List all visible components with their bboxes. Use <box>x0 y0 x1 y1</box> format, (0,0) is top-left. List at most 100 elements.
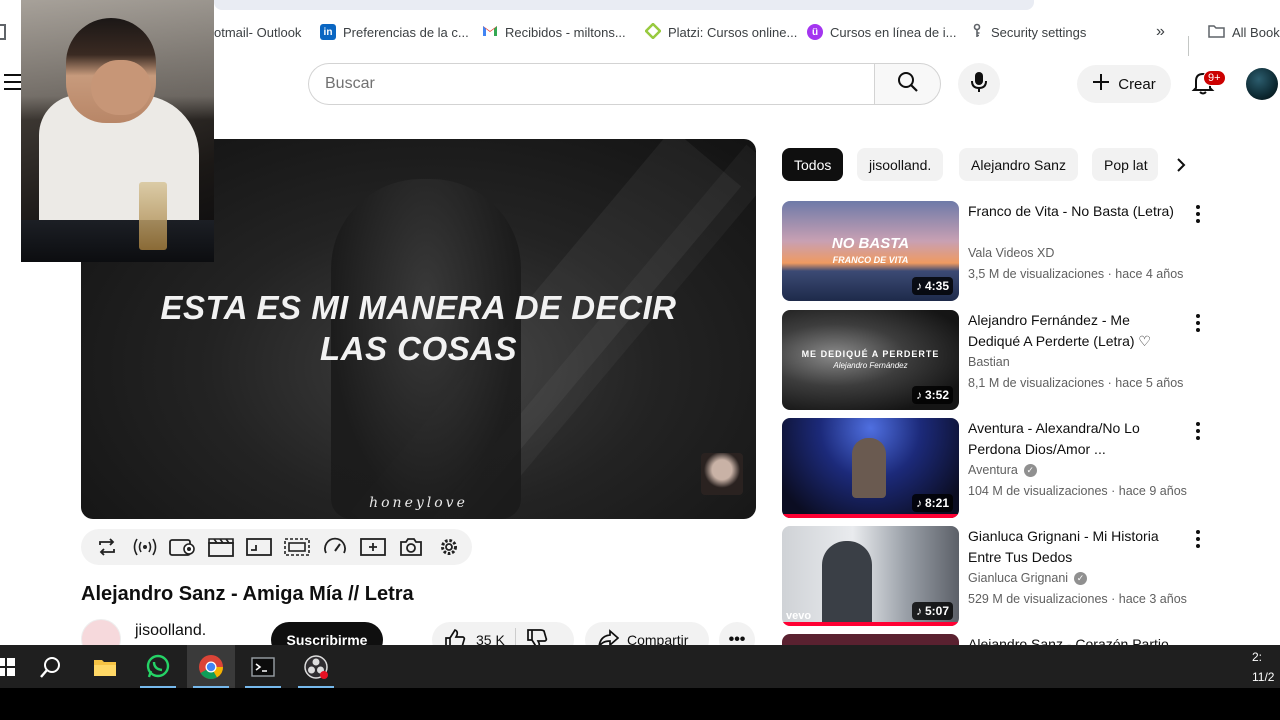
search-button[interactable] <box>874 63 941 105</box>
create-button[interactable]: Crear <box>1077 65 1171 103</box>
vevo-logo: vevo <box>786 610 812 622</box>
notifications-badge: 9+ <box>1203 70 1226 86</box>
related-title[interactable]: Gianluca Grignani - Mi Historia Entre Tu… <box>968 526 1183 568</box>
mini-player-icon[interactable] <box>283 533 311 561</box>
chip-artist[interactable]: Alejandro Sanz <box>959 148 1078 181</box>
related-meta: 3,5 M de visualizaciones · hace 4 años <box>968 267 1184 281</box>
chrome-icon[interactable] <box>187 645 235 688</box>
music-note-icon: ♪ <box>915 604 922 618</box>
search-input[interactable]: Buscar <box>308 63 875 105</box>
video-thumbnail[interactable]: vevo ♪ 5:07 <box>782 526 959 626</box>
video-watermark: honeylove <box>369 495 468 511</box>
thumbnail-text: FRANCO DE VITA <box>832 255 909 265</box>
video-duration: ♪ 3:52 <box>911 386 953 404</box>
bookmark-linkedin[interactable]: in Preferencias de la c... <box>320 14 469 50</box>
apps-grid-icon[interactable] <box>0 24 6 40</box>
gmail-icon <box>482 24 498 40</box>
thumbnail-text: NO BASTA <box>831 235 910 252</box>
webcam-overlay <box>21 0 214 262</box>
related-video[interactable]: ♪ 8:21 Aventura - Alexandra/No Lo Perdona… <box>782 418 1212 518</box>
voice-search-button[interactable] <box>958 63 1000 105</box>
video-duration: ♪ 4:35 <box>911 277 953 295</box>
kebab-menu-icon[interactable] <box>1190 312 1206 334</box>
lyric-line: LAS COSAS <box>319 330 518 367</box>
bookmark-udemy[interactable]: ü Cursos en línea de i... <box>807 14 956 50</box>
channel-watermark-thumbnail[interactable] <box>701 453 743 495</box>
related-video[interactable]: vevo ♪ 5:07 Gianluca Grignani - Mi Histor… <box>782 526 1212 626</box>
watch-progress-bar <box>782 622 959 626</box>
chip-todos[interactable]: Todos <box>782 148 844 181</box>
related-video[interactable]: Alejandro Sanz - Corazón Partio <box>782 634 1212 645</box>
bookmark-label: Platzi: Cursos online... <box>668 24 798 40</box>
windows-start-icon[interactable] <box>0 645 30 688</box>
system-clock[interactable]: 2: 11/2 <box>1252 647 1280 687</box>
video-thumbnail[interactable]: ME DEDIQUÉ A PERDERTE Alejandro Fernánde… <box>782 310 959 410</box>
verified-check-icon: ✓ <box>1023 463 1037 477</box>
search-placeholder: Buscar <box>325 75 375 92</box>
account-avatar[interactable] <box>1246 68 1278 100</box>
related-meta: 529 M de visualizaciones · hace 3 años <box>968 592 1187 606</box>
search-icon[interactable] <box>27 645 75 688</box>
chip-channel[interactable]: jisoolland. <box>857 148 944 181</box>
related-video[interactable]: NO BASTA FRANCO DE VITA ♪ 4:35 Franco de … <box>782 201 1212 301</box>
whatsapp-icon[interactable] <box>134 645 182 688</box>
audio-mode-icon[interactable] <box>131 533 159 561</box>
bookmark-outlook[interactable]: otmail- Outlook <box>214 14 301 50</box>
related-video[interactable]: ME DEDIQUÉ A PERDERTE Alejandro Fernánde… <box>782 310 1212 410</box>
chevron-right-icon[interactable] <box>1166 150 1196 180</box>
bookmark-security[interactable]: Security settings <box>970 14 1086 50</box>
clock-date: 11/2 <box>1252 670 1275 684</box>
related-title[interactable]: Franco de Vita - No Basta (Letra) <box>968 201 1183 222</box>
kebab-menu-icon[interactable] <box>1190 420 1206 442</box>
cinema-mode-icon[interactable] <box>169 533 197 561</box>
resize-icon[interactable] <box>245 533 273 561</box>
windows-taskbar <box>0 645 1280 688</box>
player-extension-toolbar <box>81 529 472 565</box>
music-note-icon: ♪ <box>915 279 922 293</box>
bookmark-label: Recibidos - miltons... <box>505 24 626 40</box>
related-title[interactable]: Alejandro Sanz - Corazón Partio <box>968 634 1183 645</box>
related-title[interactable]: Alejandro Fernández - Me Dediqué A Perde… <box>968 310 1183 352</box>
related-channel[interactable]: Vala Videos XD <box>968 246 1188 260</box>
lyric-line: ESTA ES MI MANERA DE DECIR <box>160 289 677 326</box>
platzi-icon <box>644 21 662 42</box>
related-title[interactable]: Aventura - Alexandra/No Lo Perdona Dios/… <box>968 418 1183 460</box>
camera-icon[interactable] <box>397 533 425 561</box>
file-explorer-icon[interactable] <box>81 645 129 688</box>
watch-progress-bar <box>782 514 959 518</box>
kebab-menu-icon[interactable] <box>1190 203 1206 225</box>
microphone-icon <box>969 70 989 99</box>
bookmark-label: Cursos en línea de i... <box>830 24 957 40</box>
clapperboard-icon[interactable] <box>207 533 235 561</box>
bookmarks-overflow-icon[interactable]: » <box>1156 14 1165 50</box>
chip-genre[interactable]: Pop lat <box>1092 148 1158 181</box>
loop-icon[interactable] <box>93 533 121 561</box>
bookmark-gmail[interactable]: Recibidos - miltons... <box>482 14 626 50</box>
menu-icon[interactable] <box>4 74 22 95</box>
obs-icon[interactable] <box>292 645 340 688</box>
bookmark-platzi[interactable]: Platzi: Cursos online... <box>644 14 798 50</box>
video-thumbnail[interactable]: NO BASTA FRANCO DE VITA ♪ 4:35 <box>782 201 959 301</box>
kebab-menu-icon[interactable] <box>1190 528 1206 550</box>
related-channel[interactable]: Bastian <box>968 355 1188 369</box>
related-channel[interactable]: Aventura ✓ <box>968 463 1188 477</box>
terminal-icon[interactable] <box>239 645 287 688</box>
speed-icon[interactable] <box>321 533 349 561</box>
screenshot-plus-icon[interactable] <box>359 533 387 561</box>
udemy-icon: ü <box>807 24 823 40</box>
music-note-icon: ♪ <box>915 388 922 402</box>
tab-strip <box>214 0 1034 10</box>
video-thumbnail[interactable]: ♪ 8:21 <box>782 418 959 518</box>
video-thumbnail[interactable] <box>782 634 959 645</box>
video-lyric-overlay: ESTA ES MI MANERA DE DECIR LAS COSAS <box>81 287 756 369</box>
linkedin-icon: in <box>320 24 336 40</box>
bookmark-label: Security settings <box>991 24 1087 40</box>
related-meta: 104 M de visualizaciones · hace 9 años <box>968 484 1187 498</box>
music-note-icon: ♪ <box>915 496 922 510</box>
verified-check-icon: ✓ <box>1074 571 1088 585</box>
channel-name[interactable]: jisoolland. <box>135 622 206 640</box>
related-channel[interactable]: Gianluca Grignani ✓ <box>968 571 1188 585</box>
bookmarks-divider <box>1188 36 1189 56</box>
settings-gear-icon[interactable] <box>435 533 463 561</box>
bookmark-all[interactable]: All Bookm <box>1208 14 1280 50</box>
